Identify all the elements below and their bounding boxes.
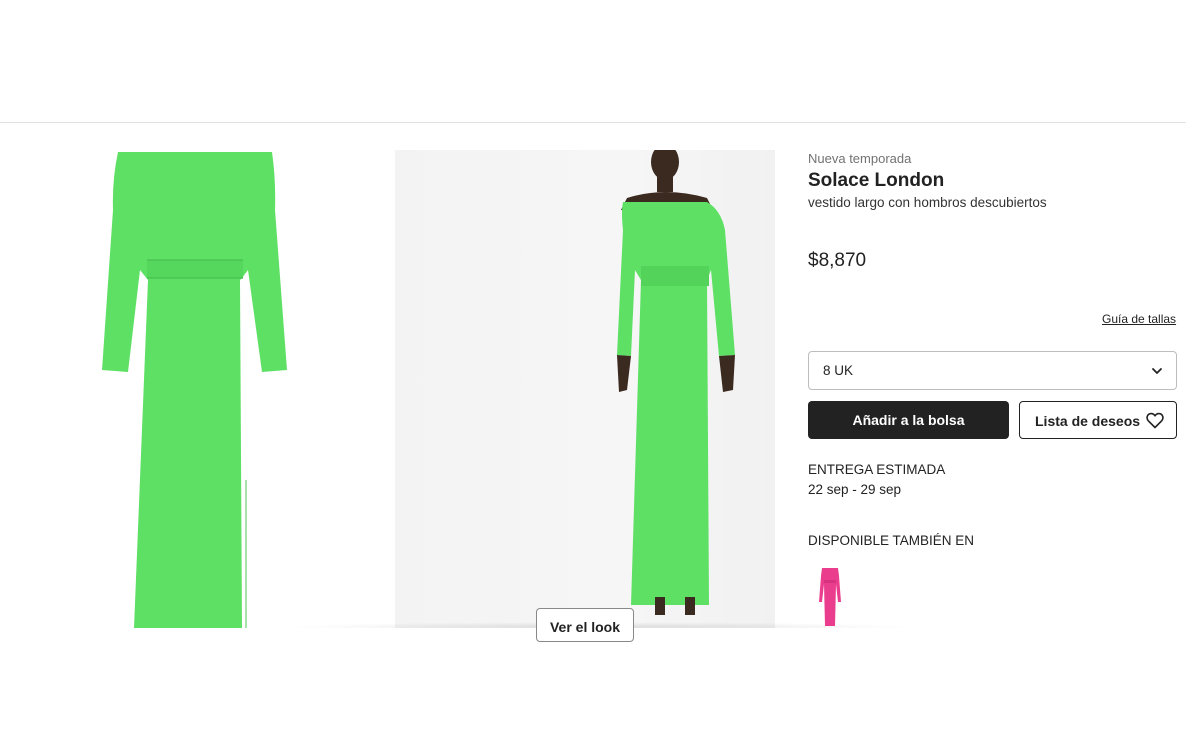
wishlist-label: Lista de deseos bbox=[1035, 413, 1141, 429]
size-selector[interactable]: 8 UK bbox=[808, 351, 1177, 390]
model-illustration bbox=[617, 150, 735, 615]
product-price: $8,870 bbox=[808, 250, 867, 271]
header-divider bbox=[0, 122, 1186, 123]
brand-name[interactable]: Solace London bbox=[808, 170, 944, 192]
page-bottom-area bbox=[0, 628, 1200, 747]
pink-dress-thumbnail bbox=[819, 568, 841, 626]
product-image-model[interactable] bbox=[395, 150, 775, 628]
chevron-down-icon bbox=[1152, 368, 1162, 374]
product-description: vestido largo con hombros descubiertos bbox=[808, 195, 1047, 210]
also-available-title: DISPONIBLE TAMBIÉN EN bbox=[808, 533, 975, 548]
wishlist-button[interactable]: Lista de deseos bbox=[1019, 401, 1177, 439]
add-to-bag-button[interactable]: Añadir a la bolsa bbox=[808, 401, 1009, 439]
dress-illustration bbox=[102, 152, 287, 628]
delivery-dates: 22 sep - 29 sep bbox=[808, 482, 902, 497]
color-variant-pink[interactable] bbox=[808, 562, 852, 628]
season-tag: Nueva temporada bbox=[808, 151, 912, 166]
view-look-button[interactable]: Ver el look bbox=[536, 608, 634, 642]
heart-icon bbox=[1146, 412, 1164, 429]
product-image-front[interactable] bbox=[0, 150, 380, 628]
size-guide-link[interactable]: Guía de tallas bbox=[1102, 312, 1176, 326]
selected-size: 8 UK bbox=[823, 363, 854, 378]
delivery-title: ENTREGA ESTIMADA bbox=[808, 462, 946, 477]
